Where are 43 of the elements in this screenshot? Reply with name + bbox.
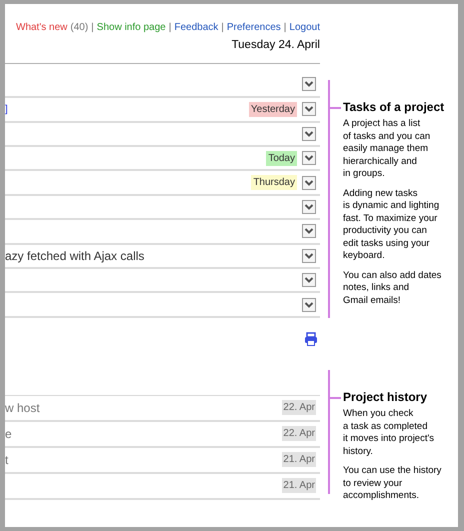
help-text: You can also add dates notes, links and Gmail emails! bbox=[343, 270, 442, 307]
dropdown-icon[interactable] bbox=[302, 126, 316, 141]
printer-icon[interactable] bbox=[304, 332, 318, 346]
help-text: A project has a list of tasks and you can easily manage them hierarchically and in groups. bbox=[343, 118, 432, 180]
completed-date: 21. Apr bbox=[282, 478, 316, 494]
callout-tick bbox=[328, 397, 341, 399]
help-text: When you check a task as completed it moves into project's history. bbox=[343, 408, 436, 458]
completed-date: 22. Apr bbox=[282, 400, 316, 416]
task-title: azy fetched with Ajax calls bbox=[5, 248, 144, 265]
history-task: e bbox=[5, 426, 12, 443]
header-link[interactable]: Feedback bbox=[174, 20, 218, 35]
completed-date: 21. Apr bbox=[282, 452, 316, 468]
link-separator: | bbox=[168, 21, 172, 35]
dropdown-icon[interactable] bbox=[302, 200, 316, 214]
help-text: Adding new tasks is dynamic and lighting fast. To maximize your productivity you can edit tasks using your keyboard. bbox=[343, 188, 440, 262]
due-date-tag: Today bbox=[266, 150, 297, 166]
dropdown-icon[interactable] bbox=[302, 273, 316, 288]
help-text: You can use the history to review your accomplishments. bbox=[343, 465, 442, 502]
history-task: w host bbox=[5, 400, 40, 417]
link-separator: | bbox=[282, 21, 288, 35]
new-count: (40) bbox=[69, 21, 88, 35]
help-title: Tasks of a project bbox=[343, 100, 446, 115]
due-date-tag: Yesterday bbox=[248, 102, 297, 117]
due-date-tag: Thursday bbox=[251, 175, 297, 190]
header-link[interactable]: What's new bbox=[16, 20, 68, 35]
history-task: t bbox=[5, 452, 8, 469]
dropdown-icon[interactable] bbox=[302, 151, 316, 166]
header-link[interactable]: Logout bbox=[289, 20, 320, 35]
dropdown-icon[interactable] bbox=[302, 224, 316, 238]
completed-date: 22. Apr bbox=[282, 426, 316, 442]
dropdown-icon[interactable] bbox=[302, 248, 316, 263]
current-date: Tuesday 24. April bbox=[232, 38, 320, 53]
help-title: Project history bbox=[343, 390, 428, 405]
dropdown-icon[interactable] bbox=[302, 102, 316, 116]
header-link[interactable]: Show info page bbox=[96, 20, 166, 35]
header-link[interactable]: Preferences bbox=[226, 20, 281, 35]
task-link[interactable]: ] bbox=[5, 102, 8, 117]
dropdown-icon[interactable] bbox=[302, 77, 316, 92]
dropdown-icon[interactable] bbox=[302, 176, 316, 190]
dropdown-icon[interactable] bbox=[302, 298, 316, 312]
link-separator: | bbox=[220, 21, 225, 35]
link-separator: | bbox=[90, 21, 95, 35]
callout-tick bbox=[328, 107, 341, 109]
